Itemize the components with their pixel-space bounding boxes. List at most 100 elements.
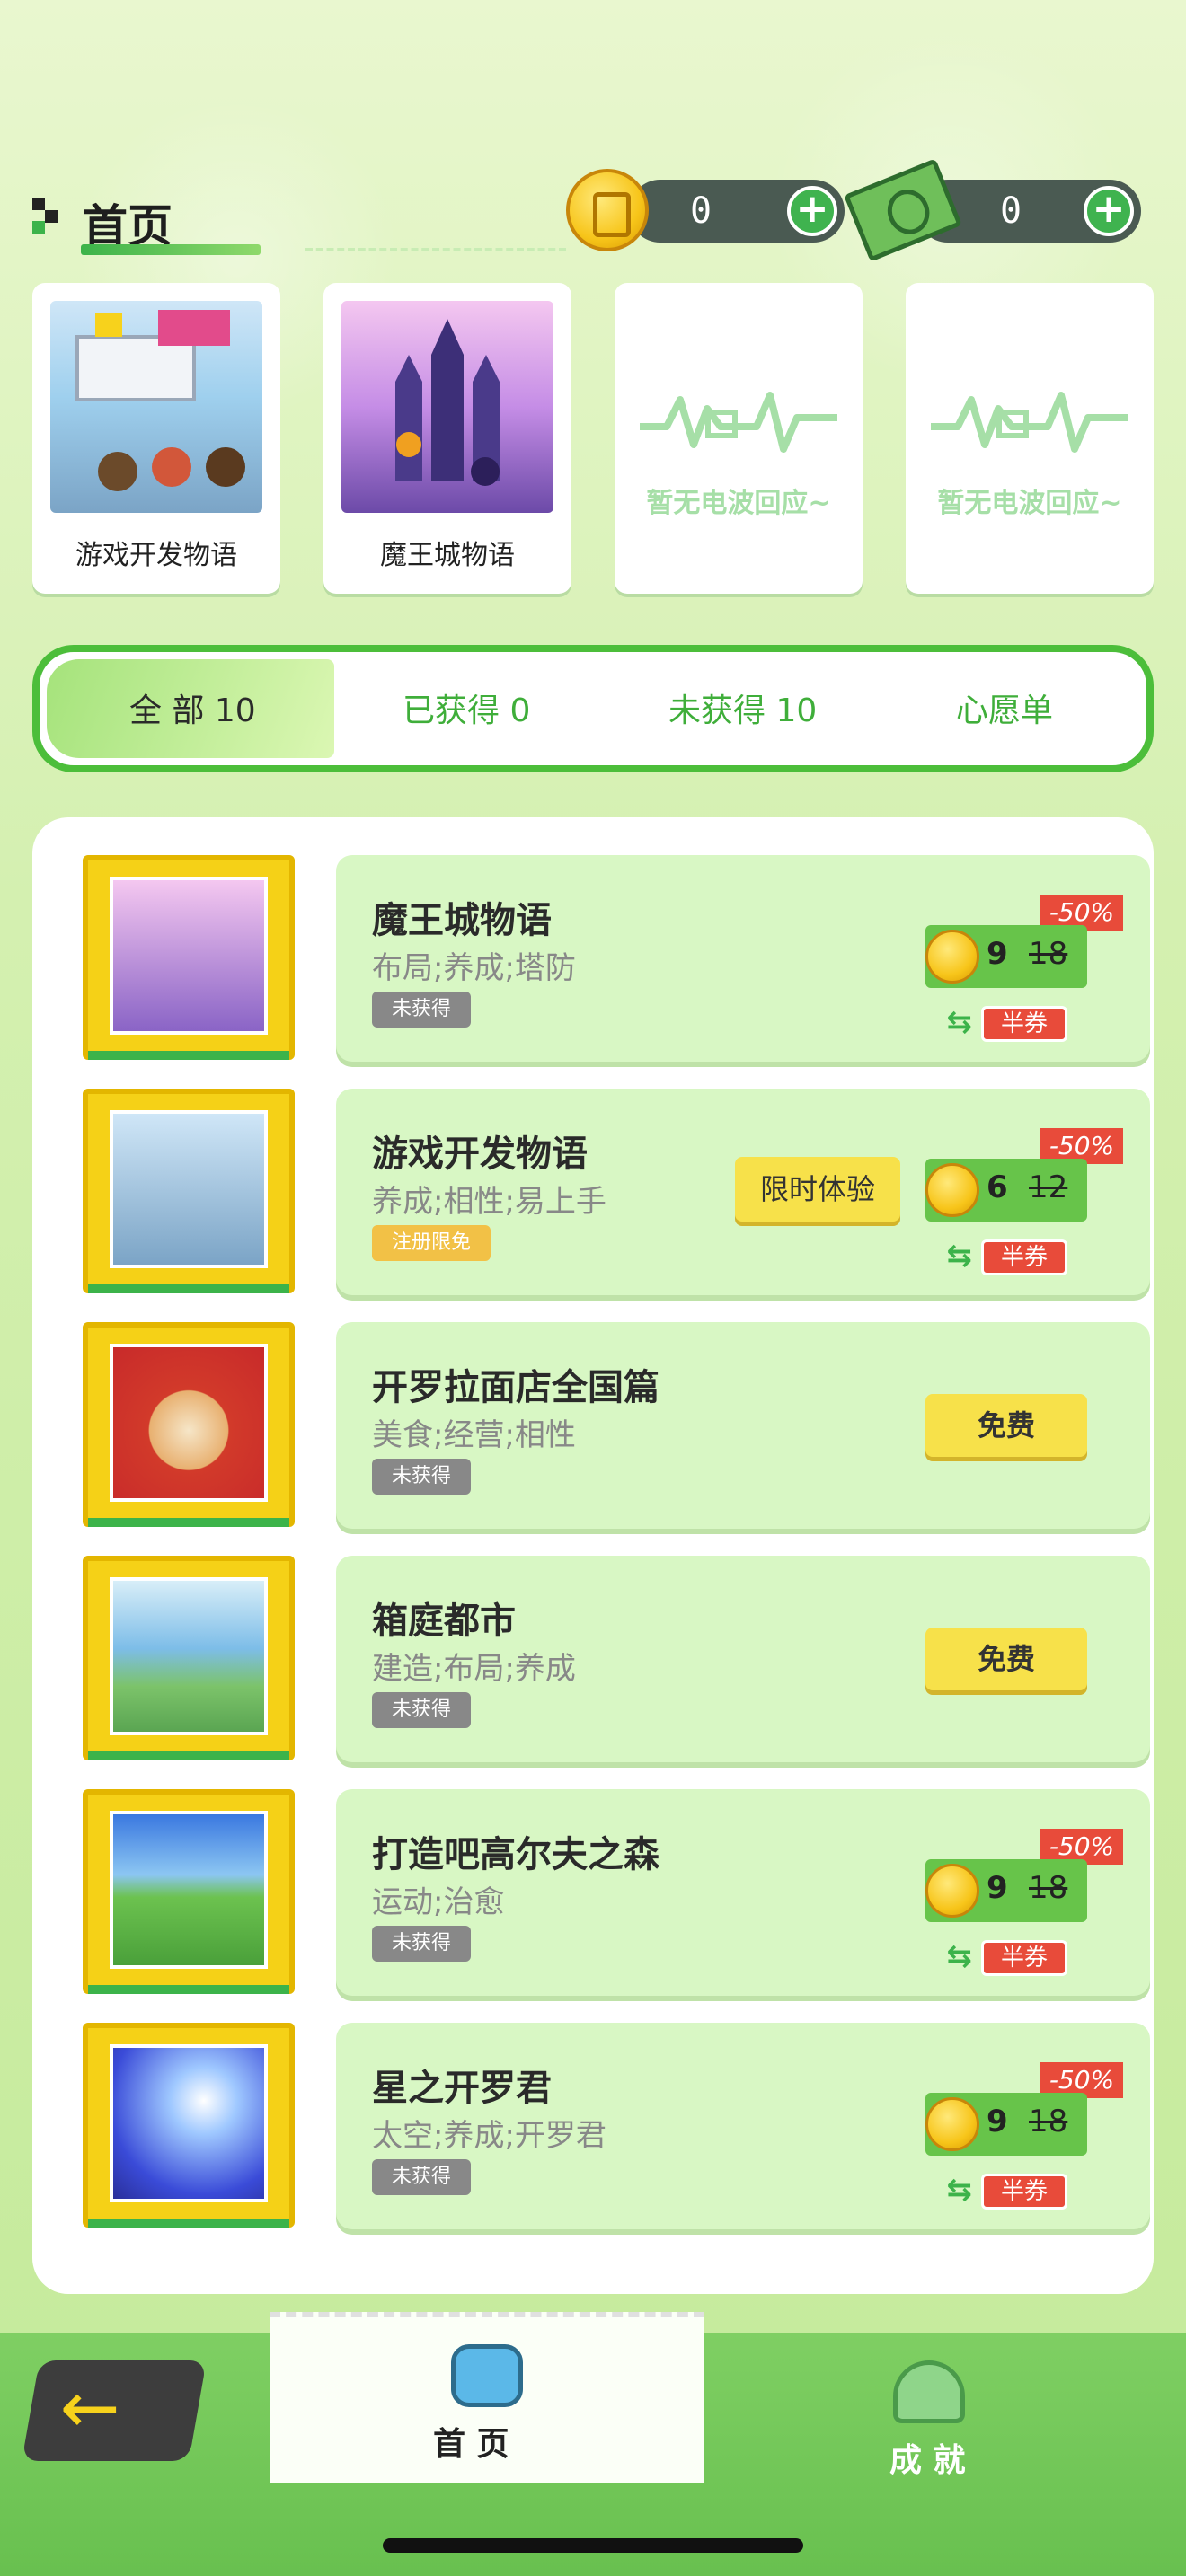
game-tags: 建造;布局;养成 — [372, 1651, 576, 1687]
add-coin-button[interactable]: + — [787, 186, 837, 236]
list-item[interactable]: 打造吧高尔夫之森 运动;治愈 未获得 -50% 9 18 ⇆ 半券 — [83, 1789, 1150, 2001]
original-price: 18 — [1029, 2104, 1068, 2139]
list-item[interactable]: 星之开罗君 太空;养成;开罗君 未获得 -50% 9 18 ⇆ 半券 — [83, 2023, 1150, 2235]
back-arrow-icon: ← — [59, 2366, 120, 2449]
cash-icon — [844, 158, 962, 262]
tab-all[interactable]: 全 部 10 — [129, 684, 256, 731]
game-cover-image — [110, 1110, 268, 1268]
game-name: 星之开罗君 — [372, 2068, 552, 2109]
game-cover-image — [341, 301, 553, 513]
trophy-icon — [893, 2360, 965, 2423]
empty-slot-text: 暂无电波回应~ — [646, 488, 831, 519]
price-button[interactable]: 9 18 — [925, 925, 1087, 988]
title-underline — [81, 244, 261, 255]
status-badge: 未获得 — [372, 1459, 472, 1495]
list-item[interactable]: 魔王城物语 布局;养成;塔防 未获得 -50% 9 18 ⇆ 半券 — [83, 855, 1150, 1067]
tab-wishlist[interactable]: 心愿单 — [956, 684, 1053, 731]
game-name: 箱庭都市 — [372, 1601, 516, 1642]
game-name: 魔王城物语 — [372, 900, 552, 941]
price-button[interactable]: 9 18 — [925, 1859, 1087, 1922]
game-card: 星之开罗君 太空;养成;开罗君 未获得 -50% 9 18 ⇆ 半券 — [336, 2023, 1150, 2229]
signal-wave-icon — [931, 392, 1128, 453]
game-name: 游戏开发物语 — [372, 1134, 588, 1175]
game-cartridge — [83, 855, 295, 1060]
list-item[interactable]: 箱庭都市 建造;布局;养成 未获得 免费 — [83, 1556, 1150, 1768]
game-tags: 运动;治愈 — [372, 1884, 505, 1920]
home-indicator — [383, 2538, 803, 2553]
featured-card-empty-1: 暂无电波回应~ — [615, 283, 863, 594]
game-card: 游戏开发物语 养成;相性;易上手 注册限免 限时体验 -50% 6 12 ⇆ 半… — [336, 1089, 1150, 1295]
nav-item-home[interactable]: 首 页 — [270, 2312, 704, 2483]
free-button[interactable]: 免费 — [925, 1628, 1087, 1690]
coin-icon — [925, 1864, 979, 1918]
featured-card-game-dev[interactable]: 游戏开发物语 — [32, 283, 280, 594]
coin-count: 0 — [689, 190, 712, 232]
game-tags: 美食;经营;相性 — [372, 1417, 576, 1453]
game-cartridge — [83, 1789, 295, 1994]
status-badge: 未获得 — [372, 1926, 472, 1962]
half-coupon-badge[interactable]: 半券 — [981, 2174, 1067, 2210]
coin-icon — [925, 2097, 979, 2151]
coin-balance: 0 + — [629, 180, 845, 243]
current-price: 9 — [987, 936, 1008, 972]
current-price: 6 — [987, 1169, 1008, 1205]
status-badge: 未获得 — [372, 2159, 472, 2195]
trial-button[interactable]: 限时体验 — [735, 1157, 900, 1222]
swap-arrows-icon: ⇆ — [946, 1004, 973, 1040]
empty-slot-text: 暂无电波回应~ — [937, 488, 1122, 519]
current-price: 9 — [987, 2104, 1008, 2139]
status-badge: 未获得 — [372, 1692, 472, 1728]
game-name: 开罗拉面店全国篇 — [372, 1367, 659, 1408]
coin-icon — [925, 930, 979, 984]
gamepad-icon — [451, 2344, 523, 2407]
game-cover-image — [110, 877, 268, 1035]
game-cover-image — [110, 1577, 268, 1735]
game-cover-image — [110, 2044, 268, 2202]
game-cover-image — [110, 1811, 268, 1969]
swap-arrows-icon: ⇆ — [946, 1938, 973, 1974]
cash-count: 0 — [999, 190, 1022, 232]
price-button[interactable]: 6 12 — [925, 1159, 1087, 1222]
game-cover-image — [110, 1344, 268, 1502]
signal-wave-icon — [640, 392, 837, 453]
featured-card-demon-castle[interactable]: 魔王城物语 — [323, 283, 571, 594]
title-mark-icon — [32, 198, 65, 234]
tab-not-owned[interactable]: 未获得 10 — [668, 684, 817, 731]
featured-label: 魔王城物语 — [380, 540, 515, 571]
original-price: 18 — [1029, 936, 1068, 972]
featured-card-empty-2: 暂无电波回应~ — [906, 283, 1154, 594]
title-divider — [305, 248, 566, 251]
game-tags: 太空;养成;开罗君 — [372, 2118, 606, 2154]
original-price: 18 — [1029, 1870, 1068, 1906]
featured-label: 游戏开发物语 — [75, 540, 237, 571]
game-tags: 养成;相性;易上手 — [372, 1184, 606, 1220]
game-cartridge — [83, 1556, 295, 1760]
game-card: 魔王城物语 布局;养成;塔防 未获得 -50% 9 18 ⇆ 半券 — [336, 855, 1150, 1062]
game-cartridge — [83, 1089, 295, 1293]
nav-item-achievements[interactable]: 成 就 — [845, 2333, 1024, 2504]
game-list-panel: 魔王城物语 布局;养成;塔防 未获得 -50% 9 18 ⇆ 半券 游戏开发物语… — [32, 817, 1154, 2294]
nav-label-home: 首 页 — [433, 2426, 509, 2463]
list-item[interactable]: 游戏开发物语 养成;相性;易上手 注册限免 限时体验 -50% 6 12 ⇆ 半… — [83, 1089, 1150, 1301]
game-cartridge — [83, 2023, 295, 2228]
swap-arrows-icon: ⇆ — [946, 2172, 973, 2208]
tab-owned[interactable]: 已获得 0 — [403, 684, 530, 731]
game-name: 打造吧高尔夫之森 — [372, 1834, 659, 1875]
game-card: 箱庭都市 建造;布局;养成 未获得 免费 — [336, 1556, 1150, 1762]
half-coupon-badge[interactable]: 半券 — [981, 1239, 1067, 1275]
game-card: 开罗拉面店全国篇 美食;经营;相性 未获得 免费 — [336, 1322, 1150, 1529]
half-coupon-badge[interactable]: 半券 — [981, 1940, 1067, 1976]
status-badge: 未获得 — [372, 992, 472, 1028]
add-cash-button[interactable]: + — [1084, 186, 1134, 236]
status-badge: 注册限免 — [372, 1225, 491, 1261]
game-cover-image — [50, 301, 262, 513]
game-card: 打造吧高尔夫之森 运动;治愈 未获得 -50% 9 18 ⇆ 半券 — [336, 1789, 1150, 1996]
price-button[interactable]: 9 18 — [925, 2093, 1087, 2156]
swap-arrows-icon: ⇆ — [946, 1238, 973, 1274]
list-item[interactable]: 开罗拉面店全国篇 美食;经营;相性 未获得 免费 — [83, 1322, 1150, 1534]
free-button[interactable]: 免费 — [925, 1394, 1087, 1457]
nav-label-achievements: 成 就 — [890, 2442, 966, 2479]
filter-tabs: 全 部 10 已获得 0 未获得 10 心愿单 — [32, 645, 1154, 772]
back-button[interactable]: ← — [22, 2360, 207, 2461]
half-coupon-badge[interactable]: 半券 — [981, 1006, 1067, 1042]
